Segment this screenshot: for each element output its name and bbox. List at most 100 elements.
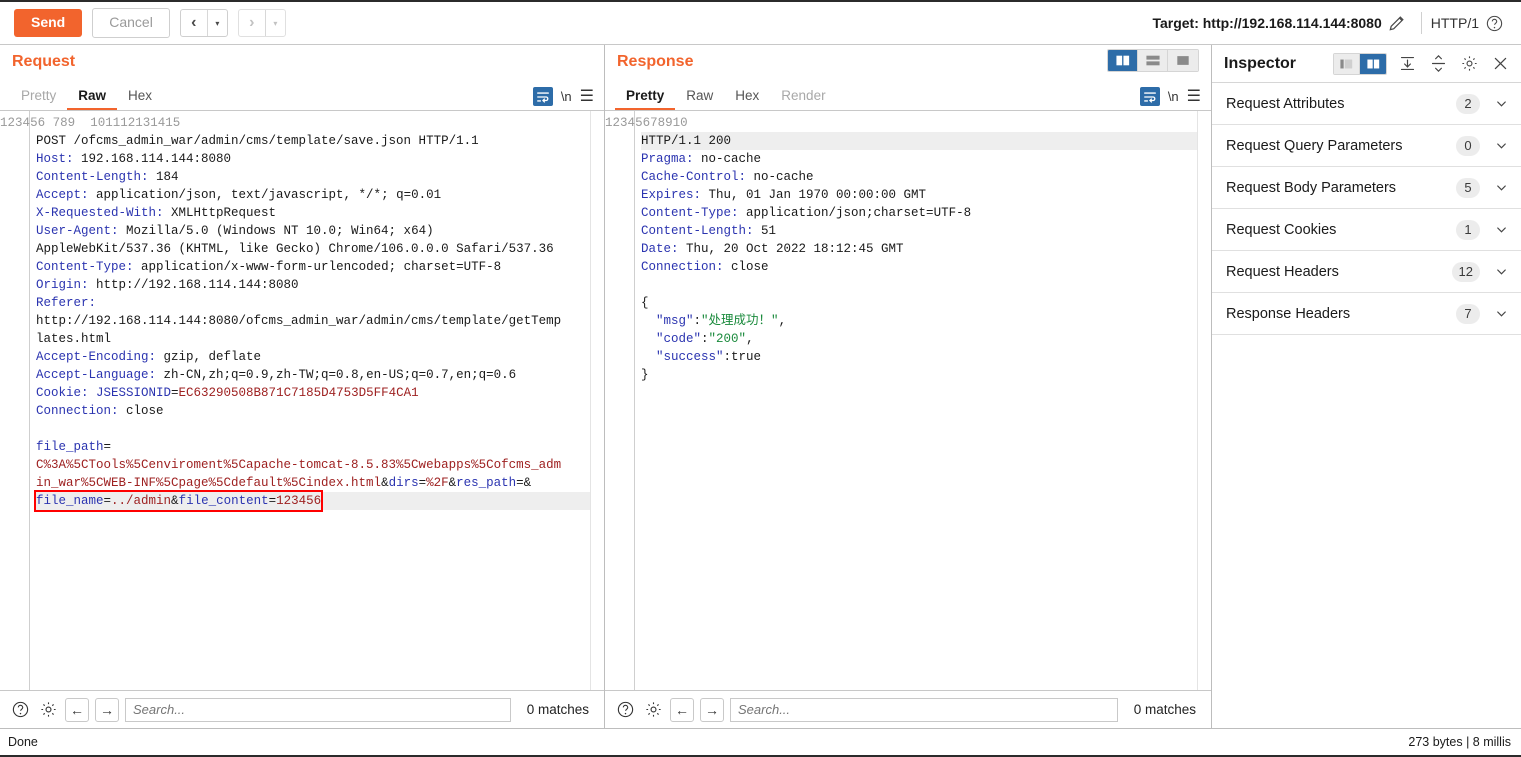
- hamburger-menu-icon[interactable]: ☰: [580, 88, 594, 105]
- tab-response-hex[interactable]: Hex: [724, 83, 770, 110]
- request-editor[interactable]: 123456 789 101112131415 POST /ofcms_admi…: [0, 111, 604, 690]
- hamburger-menu-icon[interactable]: ☰: [1187, 88, 1201, 105]
- search-next-button[interactable]: →: [700, 697, 724, 722]
- burp-repeater-window: Send Cancel ‹ ▾ › ▾ Target: http://192.1…: [0, 0, 1521, 757]
- chevron-down-icon[interactable]: ▾: [264, 10, 285, 36]
- request-line-13: Connection: close: [36, 404, 164, 418]
- panel-right-icon[interactable]: [1360, 53, 1386, 74]
- response-title: Response: [617, 53, 694, 70]
- tab-response-pretty[interactable]: Pretty: [615, 83, 676, 110]
- tab-response-raw[interactable]: Raw: [675, 83, 724, 110]
- inspector-section-request-query-parameters[interactable]: Request Query Parameters 0: [1212, 125, 1521, 167]
- inspector-sections: Request Attributes 2 Request Query Param…: [1212, 83, 1521, 335]
- status-metrics: 273 bytes | 8 millis: [1408, 735, 1511, 749]
- inspector-title: Inspector: [1224, 54, 1297, 72]
- response-pane: Response Pretty Raw Hex Render \n ☰ 1234…: [605, 45, 1212, 728]
- target-label: Target: http://192.168.114.144:8080: [1152, 15, 1382, 31]
- newline-toggle-icon[interactable]: \n: [561, 89, 572, 104]
- response-line-1: HTTP/1.1 200: [641, 132, 1211, 150]
- request-line-4: Accept: application/json, text/javascrip…: [36, 188, 442, 202]
- chevron-down-icon[interactable]: [1494, 222, 1509, 237]
- chevron-down-icon[interactable]: [1494, 264, 1509, 279]
- request-line-7: Content-Type: application/x-www-form-url…: [36, 260, 502, 274]
- http-version-label[interactable]: HTTP/1: [1431, 15, 1479, 31]
- request-line-10: Accept-Encoding: gzip, deflate: [36, 350, 262, 364]
- inspector-section-request-cookies[interactable]: Request Cookies 1: [1212, 209, 1521, 251]
- cancel-button[interactable]: Cancel: [92, 7, 170, 39]
- request-line-6-cont: AppleWebKit/537.36 (KHTML, like Gecko) C…: [36, 242, 554, 256]
- section-count-badge: 1: [1456, 219, 1480, 240]
- help-icon[interactable]: [614, 699, 636, 721]
- side-by-side-icon[interactable]: [1108, 50, 1138, 71]
- request-line-6: User-Agent: Mozilla/5.0 (Windows NT 10.0…: [36, 224, 434, 238]
- close-icon[interactable]: [1489, 53, 1511, 75]
- section-count-badge: 2: [1456, 93, 1480, 114]
- word-wrap-icon[interactable]: [532, 87, 553, 106]
- chevron-down-icon[interactable]: [1494, 138, 1509, 153]
- inspector-section-request-body-parameters[interactable]: Request Body Parameters 5: [1212, 167, 1521, 209]
- chevron-down-icon[interactable]: [1494, 96, 1509, 111]
- panel-left-icon[interactable]: [1334, 53, 1360, 74]
- request-line-12: Cookie: JSESSIONID=EC63290508B871C7185D4…: [36, 386, 419, 400]
- search-matches-label: 0 matches: [526, 702, 589, 717]
- help-icon[interactable]: [9, 699, 31, 721]
- tab-response-render[interactable]: Render: [770, 83, 836, 110]
- response-tabstrip-actions: \n ☰: [1139, 83, 1211, 110]
- response-editor[interactable]: 12345678910 HTTP/1.1 200 Pragma: no-cache…: [605, 111, 1211, 690]
- search-input[interactable]: [125, 697, 511, 722]
- tab-request-raw[interactable]: Raw: [67, 83, 118, 110]
- history-back-button[interactable]: ‹ ▾: [179, 9, 228, 37]
- chevron-down-icon[interactable]: [1494, 306, 1509, 321]
- stacked-icon[interactable]: [1138, 50, 1168, 71]
- request-line-9: Referer:: [36, 296, 97, 310]
- single-pane-icon[interactable]: [1168, 50, 1198, 71]
- section-count-badge: 5: [1456, 177, 1480, 198]
- chevron-down-icon[interactable]: [1494, 180, 1509, 195]
- history-forward-button[interactable]: › ▾: [237, 9, 286, 37]
- chevron-down-icon[interactable]: ▾: [206, 10, 227, 36]
- inspector-pane: Inspector Request Attributes 2 Request Q…: [1212, 45, 1521, 728]
- gear-icon[interactable]: [37, 699, 59, 721]
- inspector-section-request-attributes[interactable]: Request Attributes 2: [1212, 83, 1521, 125]
- tab-request-hex[interactable]: Hex: [117, 83, 163, 110]
- request-scrollbar[interactable]: [590, 111, 604, 690]
- section-label: Request Body Parameters: [1226, 179, 1397, 196]
- request-line-numbers: 123456 789 101112131415: [0, 111, 180, 690]
- newline-toggle-icon[interactable]: \n: [1168, 89, 1179, 104]
- expand-all-icon[interactable]: [1427, 53, 1449, 75]
- search-next-button[interactable]: →: [95, 697, 119, 722]
- response-line-6: Content-Length: 51: [641, 224, 777, 238]
- edit-pencil-icon[interactable]: [1382, 9, 1412, 37]
- layout-toggle-group: [1107, 49, 1199, 72]
- response-scrollbar[interactable]: [1197, 111, 1211, 690]
- request-line-9-cont2: lates.html: [36, 332, 112, 346]
- request-line-5: X-Requested-With: XMLHttpRequest: [36, 206, 277, 220]
- gear-icon[interactable]: [1458, 53, 1480, 75]
- request-line-3: Content-Length: 184: [36, 170, 179, 184]
- status-message: Done: [8, 735, 38, 749]
- collapse-all-icon[interactable]: [1396, 53, 1418, 75]
- request-line-11: Accept-Language: zh-CN,zh;q=0.9,zh-TW;q=…: [36, 368, 517, 382]
- response-code-body[interactable]: HTTP/1.1 200 Pragma: no-cache Cache-Contro…: [635, 111, 1211, 690]
- section-label: Request Headers: [1226, 263, 1339, 280]
- word-wrap-icon[interactable]: [1139, 87, 1160, 106]
- response-line-numbers: 12345678910: [605, 111, 688, 690]
- inspector-empty-area: [1212, 335, 1521, 728]
- search-prev-button[interactable]: ←: [670, 697, 694, 722]
- chevron-right-icon: ›: [249, 14, 255, 31]
- response-line-2: Pragma: no-cache: [641, 152, 762, 166]
- inspector-section-request-headers[interactable]: Request Headers 12: [1212, 251, 1521, 293]
- inspector-section-response-headers[interactable]: Response Headers 7: [1212, 293, 1521, 335]
- search-input[interactable]: [730, 697, 1118, 722]
- toolbar-right-group: Target: http://192.168.114.144:8080 HTTP…: [1152, 9, 1509, 37]
- tab-request-pretty[interactable]: Pretty: [10, 83, 67, 110]
- request-line-15-cont1: C%3A%5CTools%5Cenviroment%5Capache-tomca…: [36, 458, 562, 472]
- help-icon[interactable]: [1479, 9, 1509, 37]
- search-prev-button[interactable]: ←: [65, 697, 89, 722]
- request-code-body[interactable]: POST /ofcms_admin_war/admin/cms/template…: [30, 111, 604, 690]
- section-count-badge: 12: [1451, 261, 1480, 282]
- send-button[interactable]: Send: [14, 8, 83, 38]
- response-line-3: Cache-Control: no-cache: [641, 170, 814, 184]
- gear-icon[interactable]: [642, 699, 664, 721]
- response-json-code: "code":"200",: [656, 332, 754, 346]
